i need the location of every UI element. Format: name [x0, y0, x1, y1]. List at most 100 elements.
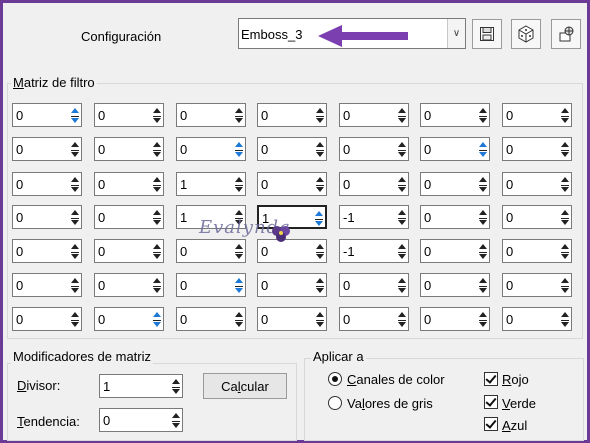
spinner-arrows-icon[interactable]: [478, 241, 488, 261]
spinner-arrows-icon[interactable]: [397, 309, 407, 329]
spinner-arrows-icon[interactable]: [478, 105, 488, 125]
chevron-down-icon[interactable]: ∨: [447, 19, 465, 48]
matrix-cell-spinner[interactable]: 0: [502, 205, 572, 229]
matrix-cell-spinner[interactable]: 0: [420, 103, 490, 127]
spinner-arrows-icon[interactable]: [171, 410, 181, 430]
matrix-cell-spinner[interactable]: 0: [420, 239, 490, 263]
divisor-spinner[interactable]: 1: [99, 374, 183, 398]
matrix-cell-spinner[interactable]: 0: [176, 239, 246, 263]
matrix-cell-spinner[interactable]: 0: [420, 273, 490, 297]
matrix-cell-spinner[interactable]: 0: [339, 273, 409, 297]
spinner-arrows-icon[interactable]: [560, 139, 570, 159]
spinner-arrows-icon[interactable]: [315, 174, 325, 194]
preset-manager-button[interactable]: [551, 19, 581, 49]
spinner-arrows-icon[interactable]: [560, 105, 570, 125]
matrix-cell-spinner[interactable]: 0: [12, 172, 82, 196]
matrix-cell-spinner[interactable]: 0: [420, 172, 490, 196]
spinner-arrows-icon[interactable]: [315, 105, 325, 125]
matrix-cell-spinner[interactable]: -1: [339, 239, 409, 263]
spinner-arrows-icon[interactable]: [152, 207, 162, 227]
spinner-arrows-icon[interactable]: [234, 105, 244, 125]
matrix-cell-spinner[interactable]: 0: [502, 273, 572, 297]
spinner-arrows-icon[interactable]: [234, 309, 244, 329]
spinner-arrows-icon[interactable]: [478, 309, 488, 329]
tendency-spinner[interactable]: 0: [99, 408, 183, 432]
spinner-arrows-icon[interactable]: [152, 309, 162, 329]
spinner-arrows-icon[interactable]: [397, 139, 407, 159]
matrix-cell-spinner[interactable]: 0: [502, 103, 572, 127]
spinner-arrows-icon[interactable]: [478, 139, 488, 159]
red-checkbox[interactable]: [484, 372, 498, 386]
matrix-cell-spinner[interactable]: -1: [339, 205, 409, 229]
spinner-arrows-icon[interactable]: [397, 207, 407, 227]
matrix-cell-spinner[interactable]: 0: [420, 205, 490, 229]
spinner-arrows-icon[interactable]: [315, 139, 325, 159]
spinner-arrows-icon[interactable]: [397, 241, 407, 261]
spinner-arrows-icon[interactable]: [234, 275, 244, 295]
matrix-cell-spinner[interactable]: 0: [339, 172, 409, 196]
save-preset-button[interactable]: [472, 19, 502, 49]
spinner-arrows-icon[interactable]: [70, 174, 80, 194]
matrix-cell-spinner[interactable]: 0: [420, 307, 490, 331]
spinner-arrows-icon[interactable]: [70, 309, 80, 329]
spinner-arrows-icon[interactable]: [314, 208, 324, 228]
spinner-arrows-icon[interactable]: [315, 309, 325, 329]
spinner-arrows-icon[interactable]: [152, 139, 162, 159]
spinner-arrows-icon[interactable]: [560, 241, 570, 261]
random-button[interactable]: [511, 19, 541, 49]
spinner-arrows-icon[interactable]: [152, 241, 162, 261]
matrix-cell-spinner[interactable]: 0: [94, 307, 164, 331]
spinner-arrows-icon[interactable]: [560, 275, 570, 295]
matrix-cell-spinner[interactable]: 0: [94, 205, 164, 229]
spinner-arrows-icon[interactable]: [234, 174, 244, 194]
spinner-arrows-icon[interactable]: [397, 174, 407, 194]
matrix-cell-spinner[interactable]: 0: [502, 172, 572, 196]
matrix-cell-spinner[interactable]: 0: [12, 205, 82, 229]
matrix-cell-spinner[interactable]: 0: [176, 137, 246, 161]
matrix-cell-spinner[interactable]: 0: [257, 172, 327, 196]
matrix-cell-spinner[interactable]: 0: [94, 239, 164, 263]
matrix-cell-spinner[interactable]: 0: [339, 103, 409, 127]
spinner-arrows-icon[interactable]: [315, 241, 325, 261]
color-channels-radio[interactable]: [328, 372, 342, 386]
spinner-arrows-icon[interactable]: [560, 207, 570, 227]
matrix-cell-spinner[interactable]: 0: [12, 137, 82, 161]
spinner-arrows-icon[interactable]: [560, 309, 570, 329]
green-checkbox[interactable]: [484, 395, 498, 409]
matrix-cell-spinner[interactable]: 0: [339, 307, 409, 331]
matrix-cell-spinner[interactable]: 0: [94, 137, 164, 161]
matrix-cell-spinner[interactable]: 0: [12, 273, 82, 297]
matrix-cell-spinner[interactable]: 0: [94, 172, 164, 196]
matrix-cell-spinner[interactable]: 0: [12, 307, 82, 331]
matrix-cell-spinner[interactable]: 0: [176, 273, 246, 297]
matrix-cell-spinner[interactable]: 0: [257, 239, 327, 263]
matrix-cell-spinner[interactable]: 0: [176, 307, 246, 331]
spinner-arrows-icon[interactable]: [152, 174, 162, 194]
spinner-arrows-icon[interactable]: [70, 105, 80, 125]
matrix-cell-spinner[interactable]: 0: [420, 137, 490, 161]
spinner-arrows-icon[interactable]: [478, 174, 488, 194]
matrix-cell-spinner[interactable]: 0: [176, 103, 246, 127]
matrix-cell-spinner[interactable]: 0: [257, 137, 327, 161]
grayscale-values-radio[interactable]: [328, 396, 342, 410]
matrix-cell-spinner[interactable]: 0: [257, 273, 327, 297]
calculate-button[interactable]: Ca l cular: [203, 373, 287, 399]
spinner-arrows-icon[interactable]: [478, 207, 488, 227]
spinner-arrows-icon[interactable]: [171, 376, 181, 396]
matrix-cell-spinner[interactable]: 0: [257, 307, 327, 331]
blue-checkbox[interactable]: [484, 417, 498, 431]
matrix-cell-spinner[interactable]: 0: [94, 103, 164, 127]
matrix-cell-spinner[interactable]: 0: [12, 103, 82, 127]
matrix-cell-spinner[interactable]: 0: [94, 273, 164, 297]
matrix-cell-spinner[interactable]: 0: [502, 239, 572, 263]
matrix-cell-spinner[interactable]: 0: [257, 103, 327, 127]
spinner-arrows-icon[interactable]: [70, 241, 80, 261]
matrix-cell-spinner[interactable]: 0: [502, 137, 572, 161]
spinner-arrows-icon[interactable]: [315, 275, 325, 295]
spinner-arrows-icon[interactable]: [234, 139, 244, 159]
matrix-cell-spinner[interactable]: 0: [502, 307, 572, 331]
spinner-arrows-icon[interactable]: [234, 241, 244, 261]
matrix-cell-spinner[interactable]: 0: [339, 137, 409, 161]
spinner-arrows-icon[interactable]: [70, 275, 80, 295]
spinner-arrows-icon[interactable]: [560, 174, 570, 194]
